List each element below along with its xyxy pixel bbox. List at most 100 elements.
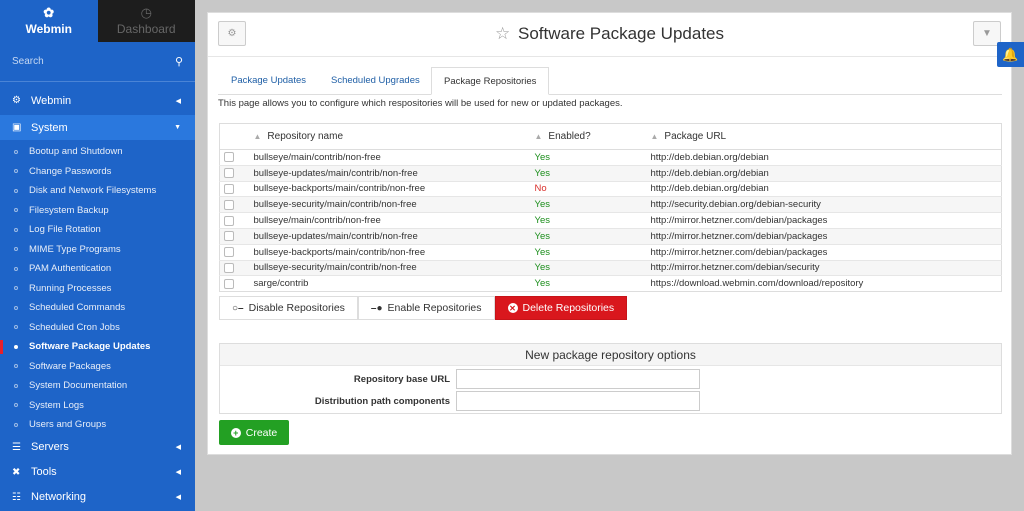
repository-name-cell[interactable]: bullseye-updates/main/contrib/non-free — [253, 164, 535, 182]
package-url-cell: http://security.debian.org/debian-securi… — [650, 196, 1002, 213]
package-url-cell: http://mirror.hetzner.com/debian/package… — [650, 212, 1002, 229]
enabled-value: Yes — [534, 199, 551, 211]
repository-name-cell[interactable]: bullseye-updates/main/contrib/non-free — [253, 227, 535, 245]
row-checkbox[interactable] — [224, 215, 234, 226]
sidebar-section-label: System — [31, 121, 68, 134]
delete-repositories-button[interactable]: ✕ Delete Repositories — [494, 296, 628, 320]
row-checkbox[interactable] — [224, 231, 234, 242]
row-checkbox[interactable] — [224, 247, 234, 258]
enable-repositories-button[interactable]: –● Enable Repositories — [357, 296, 495, 320]
create-button[interactable]: + Create — [219, 420, 289, 445]
sidebar-item-label: MIME Type Programs — [29, 243, 121, 255]
column-header-enabled[interactable]: ▲ Enabled? — [534, 123, 651, 150]
row-checkbox[interactable] — [224, 199, 234, 210]
sidebar-item-system-logs[interactable]: System Logs — [0, 396, 195, 416]
sidebar-section-system[interactable]: ▣ System ▼ — [0, 115, 195, 140]
enabled-value: Yes — [534, 167, 551, 179]
bullet-icon — [14, 266, 18, 271]
sidebar-item-users-groups[interactable]: Users and Groups — [0, 415, 195, 435]
network-icon: ☷ — [12, 491, 21, 503]
column-header-url[interactable]: ▲ Package URL — [650, 123, 1002, 150]
repository-name-cell[interactable]: bullseye-backports/main/contrib/non-free — [253, 180, 535, 197]
sidebar-item-cron-jobs[interactable]: Scheduled Cron Jobs — [0, 318, 195, 338]
sidebar-tabs: ✿ Webmin ◷ Dashboard — [0, 0, 195, 42]
search-input[interactable]: Search — [12, 56, 44, 67]
notifications-button[interactable]: 🔔 — [997, 42, 1024, 67]
sidebar-section-tools[interactable]: ✖ Tools ◀ — [0, 460, 195, 485]
disable-repositories-button[interactable]: ○– Disable Repositories — [219, 296, 358, 320]
row-checkbox[interactable] — [224, 168, 234, 179]
toggle-on-icon: –● — [370, 302, 383, 314]
gear-icon: ⚙ — [12, 95, 21, 106]
sidebar-item-label: Users and Groups — [29, 419, 107, 431]
sidebar-item-disk-filesystems[interactable]: Disk and Network Filesystems — [0, 181, 195, 201]
tab-package-repositories[interactable]: Package Repositories — [431, 67, 550, 95]
sidebar-search[interactable]: Search ⚲ — [0, 42, 195, 82]
package-url: http://mirror.hetzner.com/debian/package… — [650, 246, 828, 258]
toggle-off-icon: ○– — [232, 302, 244, 314]
enabled-cell: Yes — [534, 275, 651, 292]
row-checkbox-cell — [219, 227, 254, 245]
sidebar-section-networking[interactable]: ☷ Networking ◀ — [0, 485, 195, 510]
sidebar-item-filesystem-backup[interactable]: Filesystem Backup — [0, 201, 195, 221]
sidebar-section-webmin[interactable]: ⚙ Webmin ◀ — [0, 88, 195, 113]
chevron-left-icon: ◀ — [175, 444, 181, 451]
sidebar-item-pam[interactable]: PAM Authentication — [0, 259, 195, 279]
sidebar-item-mime-types[interactable]: MIME Type Programs — [0, 240, 195, 260]
row-checkbox-cell — [219, 149, 254, 166]
row-checkbox-cell — [219, 275, 254, 292]
filter-icon: ▼ — [982, 28, 992, 39]
repository-name-cell[interactable]: bullseye/main/contrib/non-free — [253, 212, 535, 229]
search-icon[interactable]: ⚲ — [175, 55, 183, 68]
action-bar: ○– Disable Repositories –● Enable Reposi… — [219, 296, 628, 320]
sort-icon: ▲ — [650, 132, 659, 141]
row-checkbox[interactable] — [224, 152, 234, 163]
sidebar-item-scheduled-commands[interactable]: Scheduled Commands — [0, 298, 195, 318]
chevron-left-icon: ◀ — [175, 97, 181, 105]
dist-path-input[interactable] — [456, 391, 700, 411]
repository-name-cell[interactable]: bullseye-backports/main/contrib/non-free — [253, 243, 535, 261]
sidebar-item-system-documentation[interactable]: System Documentation — [0, 376, 195, 396]
package-url: https://download.webmin.com/download/rep… — [650, 278, 864, 290]
repository-name-cell[interactable]: bullseye-security/main/contrib/non-free — [253, 259, 535, 276]
table-header-row: ▲ Repository name ▲ Enabled? ▲ Package URL — [219, 123, 1002, 150]
sidebar: ✿ Webmin ◷ Dashboard Search ⚲ ⚙ Webmin ◀… — [0, 0, 195, 511]
sidebar-item-software-package-updates[interactable]: Software Package Updates — [0, 337, 195, 357]
sidebar-item-label: System Logs — [29, 399, 84, 411]
repository-name-cell[interactable]: bullseye/main/contrib/non-free — [253, 149, 535, 166]
button-label: Enable Repositories — [387, 302, 482, 314]
tab-dashboard[interactable]: ◷ Dashboard — [97, 0, 195, 42]
bullet-icon — [14, 364, 18, 369]
package-url-cell: http://mirror.hetzner.com/debian/package… — [650, 243, 1002, 261]
package-url: http://deb.debian.org/debian — [650, 151, 769, 163]
sidebar-item-label: Software Packages — [29, 360, 111, 372]
star-icon[interactable]: ☆ — [495, 24, 510, 43]
sidebar-item-software-packages[interactable]: Software Packages — [0, 357, 195, 377]
repository-name: bullseye-updates/main/contrib/non-free — [253, 167, 418, 179]
sidebar-section-servers[interactable]: ☰ Servers ◀ — [0, 435, 195, 460]
sidebar-item-change-passwords[interactable]: Change Passwords — [0, 162, 195, 182]
repository-name-cell[interactable]: bullseye-security/main/contrib/non-free — [253, 196, 535, 213]
package-url: http://security.debian.org/debian-securi… — [650, 199, 821, 211]
sidebar-item-log-rotation[interactable]: Log File Rotation — [0, 220, 195, 240]
enabled-value: Yes — [534, 246, 551, 258]
row-checkbox[interactable] — [224, 183, 234, 194]
tab-package-updates[interactable]: Package Updates — [219, 67, 318, 95]
sidebar-section-label: Networking — [31, 491, 87, 503]
enabled-cell: Yes — [534, 259, 651, 276]
repository-name: sarge/contrib — [253, 278, 309, 290]
row-checkbox[interactable] — [224, 278, 234, 289]
enabled-cell: No — [534, 180, 651, 197]
package-url-cell: https://download.webmin.com/download/rep… — [650, 275, 1002, 292]
sidebar-item-running-processes[interactable]: Running Processes — [0, 279, 195, 299]
column-header-repository[interactable]: ▲ Repository name — [253, 123, 535, 150]
row-checkbox[interactable] — [224, 262, 234, 273]
base-url-input[interactable] — [456, 369, 700, 389]
sidebar-item-bootup[interactable]: Bootup and Shutdown — [0, 142, 195, 162]
repository-name-cell[interactable]: sarge/contrib — [253, 275, 535, 292]
tab-scheduled-upgrades[interactable]: Scheduled Upgrades — [319, 67, 432, 95]
enabled-cell: Yes — [534, 149, 651, 166]
bullet-icon — [14, 227, 18, 232]
tab-webmin[interactable]: ✿ Webmin — [0, 0, 98, 42]
enabled-value: No — [534, 183, 547, 195]
